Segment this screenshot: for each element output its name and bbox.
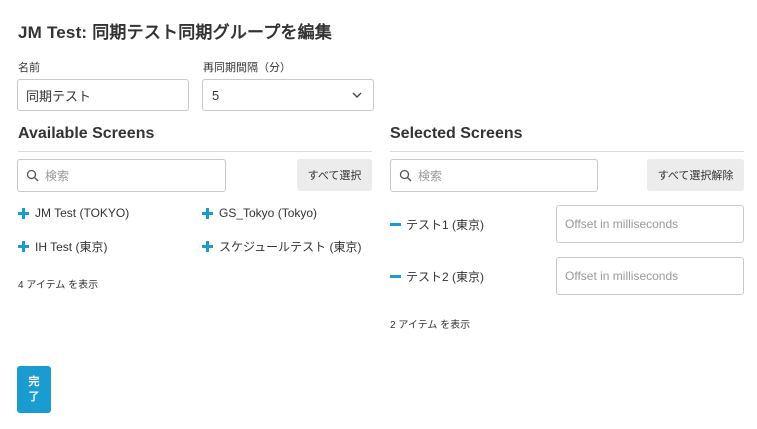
selected-count: 2 アイテム を表示 [390,320,471,331]
available-item-label: GS_Tokyo (Tokyo) [219,206,318,220]
interval-value: 5 [212,87,220,103]
offset-input[interactable] [556,205,744,243]
select-all-button[interactable]: すべて選択 [297,159,372,191]
search-icon [399,169,412,182]
available-divider [18,151,372,152]
selected-item[interactable]: テスト1 (東京) [390,216,484,233]
interval-select[interactable]: 5 [202,79,374,111]
selected-search[interactable] [390,159,598,192]
offset-input[interactable] [556,257,744,295]
available-item[interactable]: IH Test (東京) [18,238,107,255]
available-screens-heading: Available Screens [18,125,155,142]
selected-search-input[interactable] [418,168,589,183]
interval-label: 再同期間隔（分） [203,62,291,74]
selected-divider [390,151,744,152]
available-search[interactable] [17,159,226,192]
deselect-all-button[interactable]: すべて選択解除 [647,159,744,191]
search-icon [26,169,39,182]
available-item-label: IH Test (東京) [35,240,108,254]
available-item[interactable]: JM Test (TOKYO) [18,206,129,220]
selected-item-label: テスト2 (東京) [406,270,485,284]
available-item-label: スケジュールテスト (東京) [219,240,362,254]
available-item-label: JM Test (TOKYO) [35,206,130,220]
plus-icon [18,207,29,219]
plus-icon [202,241,213,252]
available-item[interactable]: スケジュールテスト (東京) [202,238,362,255]
chevron-down-icon [352,92,362,98]
minus-icon [390,275,401,278]
plus-icon [18,241,29,252]
done-button[interactable]: 完了 [17,366,51,413]
minus-icon [390,223,401,226]
selected-item[interactable]: テスト2 (東京) [390,268,484,285]
plus-icon [202,207,213,219]
available-item[interactable]: GS_Tokyo (Tokyo) [202,206,317,220]
page-title: JM Test: 同期テスト同期グループを編集 [18,23,332,42]
available-search-input[interactable] [45,168,217,183]
selected-screens-heading: Selected Screens [390,125,523,142]
selected-item-label: テスト1 (東京) [406,218,485,232]
available-count: 4 アイテム を表示 [18,280,99,291]
name-input[interactable] [17,79,189,111]
name-label: 名前 [18,62,40,74]
